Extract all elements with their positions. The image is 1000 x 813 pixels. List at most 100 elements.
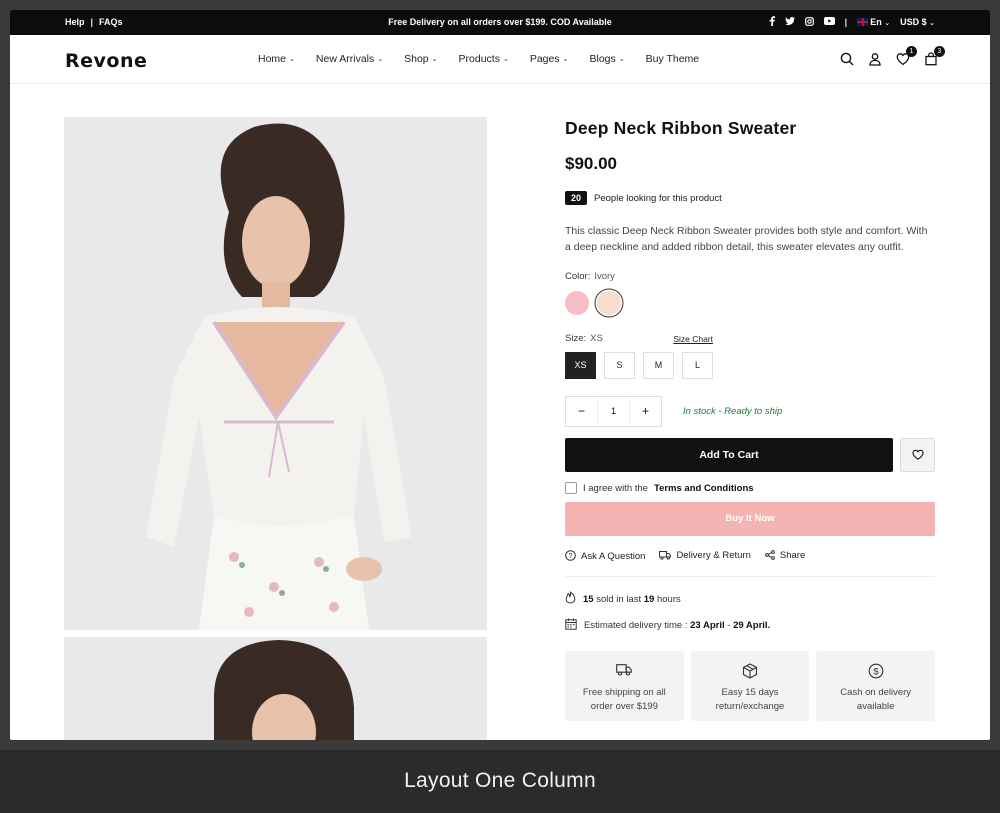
minus-button[interactable]: − [566,397,597,426]
size-label-row: Size: XS Size Chart [565,333,935,344]
truck-icon [565,663,684,681]
color-swatch-pink[interactable] [565,291,589,315]
eta-label: Estimated delivery time : [584,620,688,631]
eta-text: Estimated delivery time : 23 April - 29 … [584,620,770,631]
viewers-text: People looking for this product [594,192,722,204]
size-button-s[interactable]: S [604,352,635,379]
size-option: Size: XS Size Chart XS S M L [565,333,935,379]
logo[interactable]: Revone [65,50,147,72]
chevron-down-icon: ⌄ [502,56,509,63]
eta-from: 23 April [690,620,725,631]
language-label: En [870,17,882,27]
size-value: XS [590,333,603,344]
stock-status: In stock - Ready to ship [683,406,783,417]
nav-label: Home [258,53,287,65]
feature-easy-returns: Easy 15 days return/exchange [690,651,810,721]
instagram-icon[interactable] [804,16,814,28]
size-button-l[interactable]: L [682,352,713,379]
nav-shop[interactable]: Shop ⌄ [404,53,437,65]
nav-label: Products [458,53,500,65]
nav-products[interactable]: Products ⌄ [459,53,509,65]
nav-label: Pages [529,53,560,65]
share-link[interactable]: Share [764,550,805,564]
nav-pages[interactable]: Pages ⌄ [530,53,569,65]
quantity-input[interactable]: 1 [597,397,630,426]
buy-now-button[interactable]: Buy It Now [565,502,935,536]
quantity-stepper: − 1 + [565,396,662,427]
fire-icon [565,591,576,607]
language-select[interactable]: En ⌄ [857,17,890,27]
account-icon[interactable] [868,52,882,66]
feature-line: Cash on delivery [840,687,912,698]
color-option: Color: Ivory [565,271,935,315]
main-nav: Home ⌄ New Arrivals ⌄ Shop ⌄ Products ⌄ Page… [258,53,720,65]
feature-line: Easy 15 days [721,687,779,698]
size-label: Size: [565,333,587,344]
size-button-xs[interactable]: XS [565,352,596,379]
size-button-m[interactable]: M [643,352,674,379]
chevron-down-icon: ⌄ [929,20,935,27]
quantity-row: − 1 + In stock - Ready to ship [565,396,935,427]
nav-blogs[interactable]: Blogs ⌄ [590,53,625,65]
nav-label: Shop [404,53,429,65]
terms-row: I agree with the Terms and Conditions [565,482,935,494]
product-image-main[interactable] [64,117,487,630]
svg-text:$: $ [873,666,879,677]
size-chart-link[interactable]: Size Chart [673,334,713,344]
chevron-down-icon: ⌄ [289,56,295,63]
site-header: Revone Home ⌄ New Arrivals ⌄ Shop ⌄ Product… [10,35,990,84]
add-to-cart-button[interactable]: Add To Cart [565,438,893,472]
product-price: $90.00 [565,154,617,173]
sold-text: 15 sold in last 19 hours [583,594,681,605]
terms-link[interactable]: Terms and Conditions [654,483,754,494]
currency-label: USD $ [900,17,927,27]
color-value: Ivory [594,271,615,282]
question-icon: ? [565,550,576,564]
sold-count: 15 [583,593,594,605]
topbar-right: | En ⌄ USD $ ⌄ [769,16,935,28]
share-icon [764,550,775,563]
sold-label: sold in last [596,593,642,605]
ask-question-link[interactable]: ? Ask A Question [565,550,645,564]
eta-dash: - [727,620,731,631]
sold-hours: 19 [643,593,655,605]
product-title: Deep Neck Ribbon Sweater [565,118,797,138]
eta-to: 29 April. [733,620,771,631]
plus-button[interactable]: + [630,397,661,426]
delivery-return-label: Delivery & Return [676,550,751,561]
delivery-estimate: Estimated delivery time : 23 April - 29 … [565,618,935,633]
currency-select[interactable]: USD $ ⌄ [900,17,935,27]
header-icons: 1 3 [840,46,945,66]
nav-label: Blogs [589,53,616,65]
delivery-return-link[interactable]: Delivery & Return [659,550,751,564]
twitter-icon[interactable] [784,16,795,28]
nav-home[interactable]: Home ⌄ [258,53,295,65]
box-icon [691,663,810,681]
add-to-wishlist-button[interactable] [900,438,935,472]
service-features: Free shipping on all order over $199 Eas… [565,651,936,721]
cart-icon[interactable]: 3 [924,46,945,66]
svg-text:?: ? [569,553,573,560]
ask-question-label: Ask A Question [581,551,646,562]
product-links: ? Ask A Question Delivery & Return Share [565,550,935,577]
feature-line: return/exchange [715,701,785,712]
feature-line: Free shipping on all [582,687,666,698]
model-photo [64,637,487,740]
product-description: This classic Deep Neck Ribbon Sweater pr… [565,225,928,253]
truck-icon [659,550,672,563]
youtube-icon[interactable] [823,17,835,27]
terms-prefix: I agree with the [583,482,648,494]
color-swatch-ivory[interactable] [597,291,621,315]
feature-line: available [856,701,895,712]
nav-buy-theme[interactable]: Buy Theme [646,53,700,65]
nav-new-arrivals[interactable]: New Arrivals ⌄ [316,53,383,65]
terms-checkbox[interactable] [565,482,577,494]
chevron-down-icon: ⌄ [618,56,625,63]
wishlist-icon[interactable]: 1 [896,46,917,66]
chevron-down-icon: ⌄ [884,20,891,27]
search-icon[interactable] [840,52,854,66]
nav-label: Buy Theme [645,53,700,65]
product-image-secondary[interactable] [64,637,487,740]
viewers-count-badge: 20 [565,191,588,205]
facebook-icon[interactable] [769,16,775,28]
